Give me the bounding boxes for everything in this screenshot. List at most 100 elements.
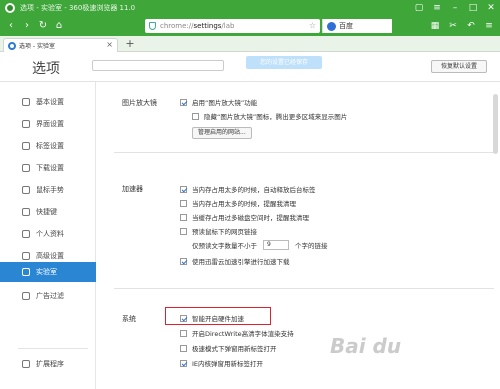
option-label: 当缓存占用过多磁盘空间时，提醒我清理 [192, 214, 309, 222]
screenshot-icon[interactable]: ✂ [446, 19, 460, 33]
sidebar-item-label: 基本设置 [36, 98, 64, 106]
user-icon [22, 230, 30, 238]
checkbox[interactable] [180, 199, 187, 207]
security-shield-icon [149, 22, 156, 30]
option-cache-remind[interactable]: 当缓存占用过多磁盘空间时，提醒我清理 [180, 212, 309, 222]
advanced-icon [22, 252, 30, 260]
checkbox[interactable] [180, 257, 187, 265]
sidebar-item-label: 高级设置 [36, 252, 64, 260]
option-ie-popup-new-tab[interactable]: IE内核弹窗用新标签打开 [180, 358, 263, 368]
navigation-toolbar: ‹ › ↻ ⌂ chrome://settings/lab ☆ 百度 ▦ ✂ ↶… [0, 16, 500, 36]
download-icon [22, 164, 30, 172]
checkbox[interactable] [180, 185, 187, 193]
checkbox[interactable] [192, 112, 199, 120]
window-controls: ▢ ≡ – □ ✕ [410, 0, 500, 16]
manage-sites-button[interactable]: 管理启用的网站... [192, 127, 252, 139]
sidebar-item-label: 快捷键 [36, 208, 57, 216]
section-title-magnifier: 图片放大镜 [122, 99, 157, 107]
toolbar-icons: ▦ ✂ ↶ ≡ [428, 19, 496, 33]
bookmark-star-icon[interactable]: ☆ [309, 21, 316, 30]
address-bar[interactable]: chrome://settings/lab ☆ [145, 19, 320, 33]
prefetch-suffix: 个字的链接 [295, 242, 328, 250]
option-label: 极速模式下弹窗用新标签打开 [192, 345, 277, 353]
page-title: 选项 [32, 61, 60, 77]
sidebar-item-label: 扩展程序 [36, 360, 64, 368]
settings-gear-icon [8, 41, 16, 50]
home-icon[interactable]: ⌂ [52, 19, 66, 33]
layout-icon [22, 120, 30, 128]
option-label: 预读鼠标下的网页链接 [192, 228, 257, 236]
sidebar-item-extensions[interactable]: 扩展程序 [0, 354, 96, 374]
option-label: 当内存占用太多的时候，提醒我清理 [192, 200, 296, 208]
option-memory-remind[interactable]: 当内存占用太多的时候，提醒我清理 [180, 198, 296, 208]
lab-icon [22, 268, 30, 276]
sidebar-item-label: 标签设置 [36, 142, 64, 150]
checkbox[interactable] [180, 329, 187, 337]
sidebar-item-download[interactable]: 下载设置 [0, 158, 96, 178]
saved-toast: 您的设置已经保存 [246, 56, 322, 69]
sidebar-item-interface[interactable]: 界面设置 [0, 114, 96, 134]
sidebar-divider [18, 348, 88, 349]
prefetch-length-input[interactable]: 9 [263, 240, 289, 250]
minimize-icon[interactable]: – [446, 0, 464, 16]
refresh-icon[interactable]: ↻ [36, 19, 50, 33]
option-hide-magnifier-icon[interactable]: 隐藏“图片放大镜”图标，腾出更多区域来显示图片 [192, 111, 347, 121]
tab-bar: 选项 - 实验室 × + [0, 36, 500, 52]
sidebar-item-label: 下载设置 [36, 164, 64, 172]
option-enable-magnifier[interactable]: 启用“图片放大镜”功能 [180, 97, 257, 107]
title-bar: 选项 - 实验室 - 360极速浏览器 11.0 ▢ ≡ – □ ✕ [0, 0, 500, 16]
back-icon[interactable]: ‹ [4, 19, 18, 33]
option-label: 启用“图片放大镜”功能 [192, 99, 258, 107]
baidu-icon [327, 21, 336, 31]
undo-icon[interactable]: ↶ [464, 19, 478, 33]
skin-icon[interactable]: ▢ [410, 0, 428, 16]
menu-icon[interactable]: ≡ [428, 0, 446, 16]
option-thunder-download[interactable]: 使用迅雷云加速引擎进行加速下载 [180, 256, 290, 266]
sidebar-item-mouse-gestures[interactable]: 鼠标手势 [0, 180, 96, 200]
scrollbar-thumb[interactable] [493, 94, 498, 154]
close-icon[interactable]: ✕ [482, 0, 500, 16]
sidebar-item-label: 鼠标手势 [36, 186, 64, 194]
watermark: Bai du [330, 334, 402, 358]
section-title-accelerator: 加速器 [122, 185, 143, 193]
highlight-box [165, 307, 271, 325]
option-directwrite[interactable]: 开启DirectWrite高清字体渲染支持 [180, 328, 294, 338]
keyboard-icon [22, 208, 30, 216]
sidebar-item-lab[interactable]: 实验室 [0, 262, 101, 282]
option-label: 使用迅雷云加速引擎进行加速下载 [192, 258, 290, 266]
checkbox[interactable] [180, 227, 187, 235]
forward-icon[interactable]: › [20, 19, 34, 33]
checkbox[interactable] [180, 344, 187, 352]
checkbox[interactable] [180, 359, 187, 367]
browser-logo-icon [5, 3, 15, 13]
checkbox[interactable] [180, 213, 187, 221]
new-tab-button[interactable]: + [124, 38, 136, 50]
option-prefetch-links[interactable]: 预读鼠标下的网页链接 [180, 226, 257, 236]
maximize-icon[interactable]: □ [464, 0, 482, 16]
more-menu-icon[interactable]: ≡ [482, 19, 496, 33]
apps-icon[interactable]: ▦ [428, 19, 442, 33]
checkbox[interactable] [180, 98, 187, 106]
restore-defaults-button[interactable]: 恢复默认设置 [431, 60, 487, 73]
address-url[interactable]: chrome://settings/lab [160, 22, 234, 30]
section-title-system: 系统 [122, 315, 136, 323]
page-header: 选项 您的设置已经保存 恢复默认设置 [0, 52, 500, 82]
sidebar-item-shortcuts[interactable]: 快捷键 [0, 202, 96, 222]
scrollbar[interactable] [493, 84, 498, 384]
sidebar-item-profile[interactable]: 个人资料 [0, 224, 96, 244]
option-label: IE内核弹窗用新标签打开 [192, 360, 264, 368]
settings-search-input[interactable] [92, 60, 224, 71]
sidebar-item-label: 广告过滤 [36, 292, 64, 300]
tab-settings-lab[interactable]: 选项 - 实验室 × [3, 38, 118, 52]
search-engine-box[interactable]: 百度 [322, 19, 392, 33]
tab-close-icon[interactable]: × [106, 40, 113, 49]
window-title: 选项 - 实验室 - 360极速浏览器 11.0 [20, 4, 136, 12]
prefetch-prefix: 仅预读文字数量不小于 [192, 242, 257, 250]
settings-icon [22, 98, 30, 106]
sidebar-item-adblock[interactable]: 广告过滤 [0, 286, 96, 306]
sidebar-item-tabs[interactable]: 标签设置 [0, 136, 96, 156]
option-auto-release-tabs[interactable]: 当内存占用太多的时候，自动释放后台标签 [180, 184, 316, 194]
option-popup-new-tab[interactable]: 极速模式下弹窗用新标签打开 [180, 343, 277, 353]
tab-label: 选项 - 实验室 [19, 43, 55, 50]
sidebar-item-basic[interactable]: 基本设置 [0, 92, 96, 112]
